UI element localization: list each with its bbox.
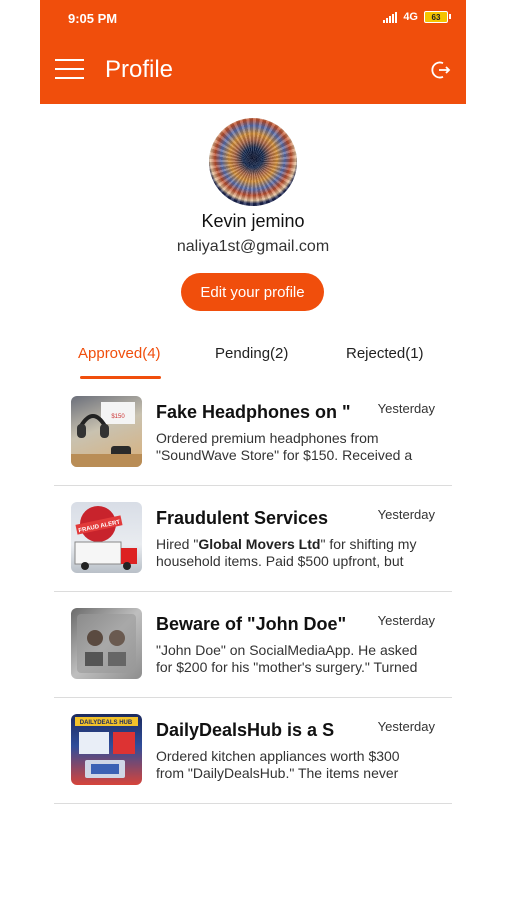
- report-title: Fraudulent Services: [156, 508, 329, 528]
- battery-icon: 63: [424, 11, 451, 23]
- report-thumbnail: $150: [71, 396, 142, 467]
- status-time: 9:05 PM: [68, 11, 118, 26]
- thumbnail-label: DAILYDEALS HUB: [80, 720, 133, 726]
- page-title: Profile: [105, 56, 174, 83]
- phone-screen: 9:05 PM 4G 63 Profile Kevin jemino naliy…: [40, 0, 466, 900]
- menu-icon[interactable]: [55, 59, 84, 79]
- edit-profile-button[interactable]: Edit your profile: [181, 273, 324, 311]
- list-item[interactable]: $150 Fake Headphones on " Yesterday Orde…: [54, 380, 452, 486]
- reports-list: $150 Fake Headphones on " Yesterday Orde…: [54, 380, 452, 804]
- report-thumbnail: FRAUD ALERT: [71, 502, 142, 573]
- battery-level: 63: [431, 12, 441, 22]
- list-item[interactable]: FRAUD ALERT Fraudulent Services Yesterda…: [54, 486, 452, 592]
- tab-pending[interactable]: Pending(2): [215, 345, 288, 362]
- report-title: DailyDealsHub is a S: [156, 720, 335, 740]
- tab-rejected[interactable]: Rejected(1): [346, 345, 424, 362]
- report-date: Yesterday: [377, 507, 435, 522]
- list-item[interactable]: Beware of "John Doe" Yesterday "John Doe…: [54, 592, 452, 698]
- report-title: Beware of "John Doe": [156, 614, 347, 634]
- profile-name: Kevin jemino: [201, 211, 305, 231]
- report-description: Hired "Global Movers Ltd" for shifting m…: [156, 536, 417, 569]
- thumbnail-price: $150: [111, 414, 125, 420]
- report-date: Yesterday: [377, 613, 435, 628]
- network-label: 4G: [403, 11, 418, 23]
- report-thumbnail: [71, 608, 142, 679]
- report-description: "John Doe" on SocialMediaApp. He asked f…: [156, 642, 418, 675]
- logout-icon[interactable]: [431, 60, 451, 80]
- app-bar: 9:05 PM 4G 63 Profile: [40, 0, 466, 104]
- active-tab-indicator: [80, 376, 161, 379]
- list-item[interactable]: DAILYDEALS HUB DailyDealsHub is a S Yest…: [54, 698, 452, 804]
- profile-email: naliya1st@gmail.com: [176, 238, 330, 255]
- signal-icon: [383, 11, 398, 23]
- report-date: Yesterday: [377, 401, 435, 416]
- tab-approved[interactable]: Approved(4): [78, 345, 161, 362]
- report-title: Fake Headphones on ": [156, 402, 351, 422]
- report-description: Ordered kitchen appliances worth $300 fr…: [156, 748, 400, 781]
- status-indicators: 4G 63: [383, 11, 451, 23]
- report-date: Yesterday: [377, 719, 435, 734]
- avatar[interactable]: [209, 118, 297, 206]
- report-thumbnail: DAILYDEALS HUB: [71, 714, 142, 785]
- company-name: Global Movers Ltd: [198, 536, 321, 552]
- report-description: Ordered premium headphones from "SoundWa…: [156, 430, 413, 463]
